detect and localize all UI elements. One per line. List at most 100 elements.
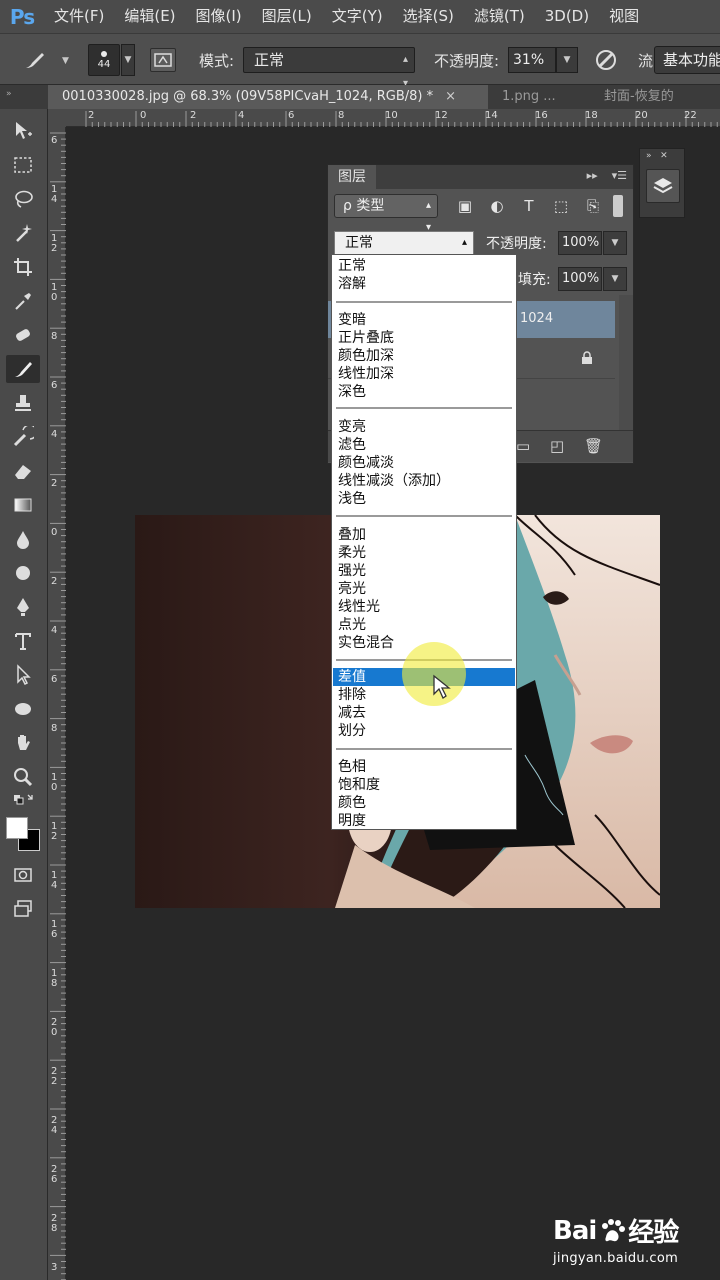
menu-3d[interactable]: 3D(D) bbox=[535, 0, 599, 33]
blend-option[interactable]: 饱和度 bbox=[333, 776, 515, 794]
opacity-dropdown-button[interactable]: ▼ bbox=[556, 47, 578, 73]
gradient-tool-icon[interactable] bbox=[6, 491, 40, 519]
blend-option[interactable]: 线性加深 bbox=[333, 365, 515, 383]
menu-layer[interactable]: 图层(L) bbox=[252, 0, 322, 33]
blur-tool-icon[interactable] bbox=[6, 525, 40, 553]
ruler-label: 0 bbox=[51, 527, 58, 538]
toggle-brush-panel-button[interactable] bbox=[150, 48, 176, 72]
shape-layer-filter-icon[interactable]: ⬚ bbox=[550, 195, 572, 217]
eyedropper-tool-icon[interactable] bbox=[6, 287, 40, 315]
eraser-tool-icon[interactable] bbox=[6, 457, 40, 485]
menu-type[interactable]: 文字(Y) bbox=[322, 0, 393, 33]
ruler-label: 20 bbox=[635, 110, 648, 121]
magic-wand-tool-icon[interactable] bbox=[6, 219, 40, 247]
type-tool-icon[interactable] bbox=[6, 627, 40, 655]
swap-colors-icon[interactable] bbox=[6, 791, 40, 813]
trash-icon[interactable]: 🗑 bbox=[584, 437, 603, 455]
layer-blend-mode-select[interactable]: 正常 ▴▾ bbox=[334, 231, 474, 270]
ellipse-tool-icon[interactable] bbox=[6, 695, 40, 723]
brush-tool-icon[interactable]: ▾ bbox=[22, 48, 67, 72]
blend-option[interactable]: 变暗 bbox=[333, 311, 515, 329]
foreground-color-swatch[interactable] bbox=[6, 817, 28, 839]
blend-option[interactable]: 色相 bbox=[333, 758, 515, 776]
tablet-pressure-opacity-icon[interactable] bbox=[594, 48, 620, 72]
marquee-tool-icon[interactable] bbox=[6, 151, 40, 179]
workspace-switcher[interactable]: 基本功能 bbox=[654, 46, 720, 74]
type-layer-filter-icon[interactable]: T bbox=[518, 195, 540, 217]
layer-opacity-dropdown[interactable]: ▼ bbox=[603, 231, 627, 255]
close-icon[interactable]: × bbox=[445, 89, 456, 104]
menu-select[interactable]: 选择(S) bbox=[393, 0, 464, 33]
blend-option[interactable]: 叠加 bbox=[333, 526, 515, 544]
blend-option[interactable]: 浅色 bbox=[333, 490, 515, 508]
smart-object-filter-icon[interactable]: ⎘ bbox=[582, 195, 604, 217]
new-layer-icon[interactable]: ◰ bbox=[550, 437, 564, 455]
tab-document-active[interactable]: 0010330028.jpg @ 68.3% (09V58PICvaH_1024… bbox=[48, 85, 488, 109]
menu-image[interactable]: 图像(I) bbox=[186, 0, 252, 33]
blend-option[interactable]: 正片叠底 bbox=[333, 329, 515, 347]
blend-option[interactable]: 线性减淡（添加） bbox=[333, 472, 515, 490]
crop-tool-icon[interactable] bbox=[6, 253, 40, 281]
hand-tool-icon[interactable] bbox=[6, 729, 40, 757]
tab-document-3[interactable]: 封面-恢复的 bbox=[604, 85, 720, 109]
blend-option[interactable]: 强光 bbox=[333, 562, 515, 580]
clone-stamp-tool-icon[interactable] bbox=[6, 389, 40, 417]
blend-option[interactable]: 变亮 bbox=[333, 418, 515, 436]
ruler-origin[interactable] bbox=[48, 109, 66, 127]
blend-option[interactable]: 滤色 bbox=[333, 436, 515, 454]
blend-option[interactable]: 颜色减淡 bbox=[333, 454, 515, 472]
blend-option[interactable]: 明度 bbox=[333, 812, 515, 830]
zoom-tool-icon[interactable] bbox=[6, 763, 40, 791]
opacity-input[interactable]: 31% bbox=[508, 47, 556, 73]
screen-mode-icon[interactable] bbox=[6, 895, 40, 923]
mode-select[interactable]: 正常 ▴ ▾ bbox=[243, 47, 415, 89]
layer-fill-dropdown[interactable]: ▼ bbox=[603, 267, 627, 291]
menu-file[interactable]: 文件(F) bbox=[44, 0, 114, 33]
blend-option[interactable]: 划分 bbox=[333, 722, 515, 740]
pixel-layer-filter-icon[interactable]: ▣ bbox=[454, 195, 476, 217]
blend-option[interactable]: 亮光 bbox=[333, 580, 515, 598]
color-swatches[interactable] bbox=[6, 817, 42, 853]
ruler-label: 22 bbox=[684, 110, 697, 121]
move-tool-icon[interactable] bbox=[6, 117, 40, 145]
blend-option[interactable]: 颜色 bbox=[333, 794, 515, 812]
filter-toggle[interactable] bbox=[613, 195, 623, 217]
blend-option[interactable]: 点光 bbox=[333, 616, 515, 634]
menu-edit[interactable]: 编辑(E) bbox=[114, 0, 185, 33]
brush-preset-caret-icon[interactable]: ▼ bbox=[62, 56, 69, 66]
blend-option[interactable]: 溶解 bbox=[333, 275, 515, 293]
tab-document-2[interactable]: 1.png ... bbox=[502, 85, 592, 109]
healing-brush-tool-icon[interactable] bbox=[6, 321, 40, 349]
blend-option[interactable]: 减去 bbox=[333, 704, 515, 722]
history-brush-tool-icon[interactable] bbox=[6, 423, 40, 451]
pen-tool-icon[interactable] bbox=[6, 593, 40, 621]
path-selection-tool-icon[interactable] bbox=[6, 661, 40, 689]
blend-option[interactable]: 深色 bbox=[333, 383, 515, 401]
photoshop-logo[interactable]: Ps bbox=[0, 0, 44, 33]
lasso-tool-icon[interactable] bbox=[6, 185, 40, 213]
blend-option[interactable]: 柔光 bbox=[333, 544, 515, 562]
menu-separator bbox=[336, 407, 512, 409]
dock-collapse-controls[interactable]: » ✕ bbox=[640, 149, 684, 165]
layers-panel-title[interactable]: 图层 bbox=[328, 165, 376, 189]
layers-panel-button[interactable] bbox=[646, 169, 680, 203]
blend-option[interactable]: 正常 bbox=[333, 257, 515, 275]
adjustment-layer-filter-icon[interactable]: ◐ bbox=[486, 195, 508, 217]
menu-view[interactable]: 视图 bbox=[599, 0, 649, 33]
blend-option[interactable]: 颜色加深 bbox=[333, 347, 515, 365]
panel-menu-icon[interactable]: ▸▸ ▾☰ bbox=[587, 169, 627, 182]
blend-mode-dropdown-list: 正常 溶解 变暗 正片叠底 颜色加深 线性加深 深色 变亮 滤色 颜色减淡 线性… bbox=[331, 254, 517, 830]
brush-tool-icon[interactable] bbox=[6, 355, 40, 383]
layer-fill-input[interactable]: 100% bbox=[558, 267, 602, 291]
brush-size-dropdown-button[interactable]: ▼ bbox=[121, 44, 135, 76]
blend-option[interactable]: 线性光 bbox=[333, 598, 515, 616]
quick-mask-icon[interactable] bbox=[6, 861, 40, 889]
layers-scrollbar[interactable] bbox=[619, 295, 633, 430]
toolbar-collapse[interactable]: » bbox=[0, 85, 48, 109]
new-group-icon[interactable]: ▭ bbox=[516, 437, 530, 455]
brush-size-picker[interactable]: 44 bbox=[88, 44, 120, 76]
layer-filter-select[interactable]: ρ 类型 ▴ ▾ bbox=[334, 194, 438, 233]
menu-filter[interactable]: 滤镜(T) bbox=[464, 0, 535, 33]
dodge-tool-icon[interactable] bbox=[6, 559, 40, 587]
layer-opacity-input[interactable]: 100% bbox=[558, 231, 602, 255]
